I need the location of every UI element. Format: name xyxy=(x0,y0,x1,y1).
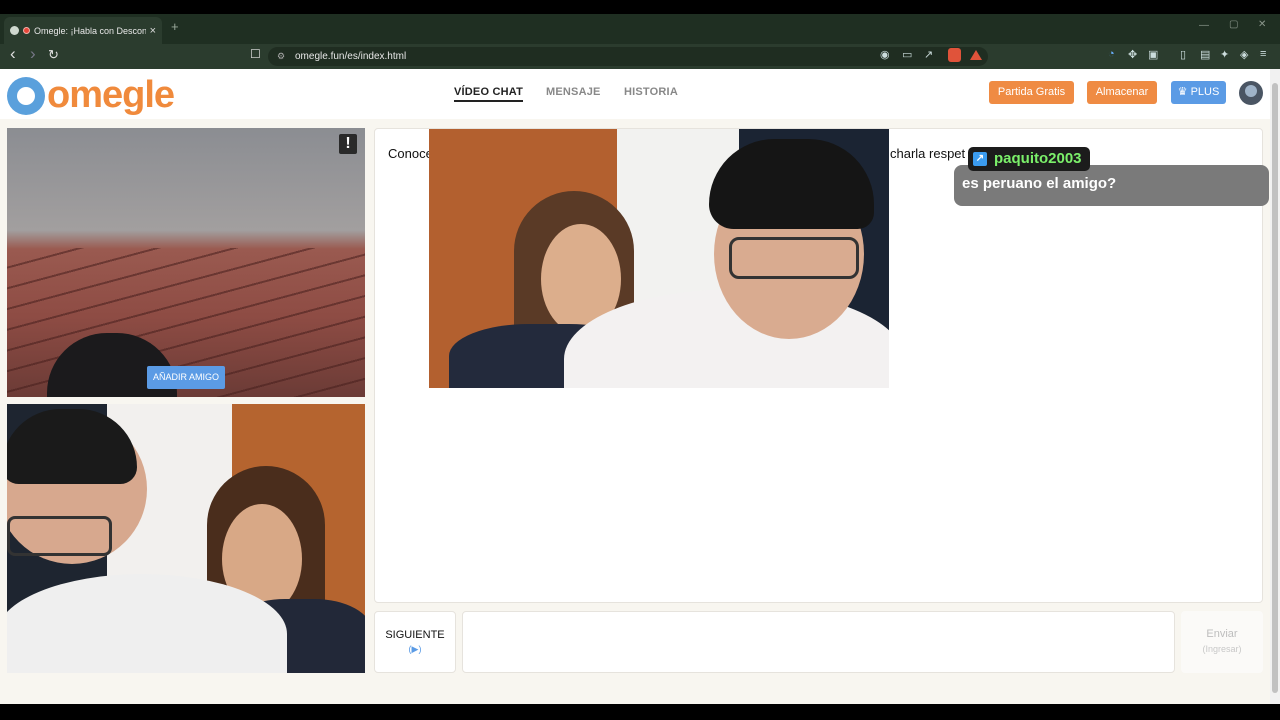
video-person xyxy=(709,139,874,229)
next-button-label: SIGUIENTE xyxy=(385,629,445,641)
browser-toolbar: ‹ › ↻ ☐ ⚙ omegle.fun/es/index.html ◉ ▭ ↗… xyxy=(0,44,1280,69)
stranger-video: ! AÑADIR AMIGO xyxy=(7,128,365,397)
plus-button[interactable]: ♛ PLUS xyxy=(1171,81,1226,104)
report-icon[interactable]: ! xyxy=(339,134,357,154)
send-button-label: Enviar xyxy=(1206,628,1238,640)
extensions-icon[interactable]: ✥ xyxy=(1128,48,1137,61)
menu-icon[interactable]: ≡ xyxy=(1260,48,1266,60)
translate-icon[interactable]: ▣ xyxy=(1148,48,1158,61)
url-text: omegle.fun/es/index.html xyxy=(295,51,407,62)
cast-icon[interactable]: ▭ xyxy=(902,48,912,61)
scrollbar-thumb[interactable] xyxy=(1272,83,1278,693)
recording-icon xyxy=(23,27,30,34)
vpn-icon[interactable]: ◈ xyxy=(1240,48,1248,61)
next-button[interactable]: SIGUIENTE (▶) xyxy=(374,611,456,673)
omegle-logo[interactable]: omegle xyxy=(7,74,175,117)
nav-history[interactable]: HISTORIA xyxy=(624,86,678,98)
free-match-button[interactable]: Partida Gratis xyxy=(989,81,1074,104)
send-button[interactable]: Enviar (Ingresar) xyxy=(1181,611,1263,673)
chat-badge-icon: ↗ xyxy=(973,152,987,166)
video-person xyxy=(7,409,137,484)
screen-top-border xyxy=(0,0,1280,14)
logo-bubble-icon xyxy=(7,76,45,115)
nav-message[interactable]: MENSAJE xyxy=(546,86,601,98)
stream-chat-message: es peruano el amigo? xyxy=(954,165,1269,206)
wallet-icon[interactable]: ▤ xyxy=(1200,48,1210,61)
logo-text: omegle xyxy=(47,74,175,116)
broadcast-icon[interactable]: ◉ xyxy=(880,48,890,61)
stream-chat-username-text: paquito2003 xyxy=(994,150,1082,167)
webpage: omegle VÍDEO CHAT MENSAJE HISTORIA Parti… xyxy=(0,69,1270,704)
back-icon[interactable]: ‹ xyxy=(10,44,16,64)
page-scrollbar[interactable] xyxy=(1270,69,1280,704)
browser-tab[interactable]: Omegle: ¡Habla con Desconoc × xyxy=(4,17,162,44)
video-person xyxy=(7,516,112,556)
share-icon[interactable]: ↗ xyxy=(924,48,933,61)
stream-chat-message-text: es peruano el amigo? xyxy=(962,175,1117,192)
browser-tabstrip: Omegle: ¡Habla con Desconoc × + — ▢ ✕ xyxy=(0,14,1280,44)
chat-intro-text-end: charla respet xyxy=(890,146,966,161)
new-tab-button[interactable]: + xyxy=(171,19,179,34)
store-button[interactable]: Almacenar xyxy=(1087,81,1157,104)
streamer-webcam-overlay xyxy=(429,129,889,388)
close-tab-icon[interactable]: × xyxy=(150,25,156,37)
site-settings-icon[interactable]: ⚙ xyxy=(277,47,285,66)
site-header: omegle VÍDEO CHAT MENSAJE HISTORIA Parti… xyxy=(0,69,1270,119)
tab-title: Omegle: ¡Habla con Desconoc xyxy=(34,25,146,36)
sidebar-icon[interactable]: ▯ xyxy=(1180,48,1186,61)
user-avatar[interactable] xyxy=(1239,81,1263,105)
site-favicon-icon xyxy=(10,26,19,35)
maximize-icon[interactable]: ▢ xyxy=(1229,19,1238,30)
message-input[interactable] xyxy=(462,611,1175,673)
brave-shields-icon[interactable] xyxy=(948,48,961,62)
reload-icon[interactable]: ↻ xyxy=(48,47,59,63)
forward-icon[interactable]: › xyxy=(30,44,36,64)
add-friend-button[interactable]: AÑADIR AMIGO xyxy=(147,366,225,389)
close-window-icon[interactable]: ✕ xyxy=(1258,19,1266,30)
send-button-hint: (Ingresar) xyxy=(1202,644,1242,654)
video-person xyxy=(729,237,859,279)
self-video xyxy=(7,404,365,673)
stream-chat-username: ↗ paquito2003 xyxy=(968,147,1090,171)
next-button-hint: (▶) xyxy=(408,644,422,654)
chat-intro-text: Conoce xyxy=(388,146,433,161)
speech-icon[interactable]: ◔ xyxy=(1108,48,1115,60)
bookmark-icon[interactable]: ☐ xyxy=(250,47,261,61)
nav-video-chat[interactable]: VÍDEO CHAT xyxy=(454,86,524,102)
brave-rewards-icon[interactable] xyxy=(970,50,982,60)
minimize-icon[interactable]: — xyxy=(1199,20,1209,31)
leo-ai-icon[interactable]: ✦ xyxy=(1220,48,1229,61)
